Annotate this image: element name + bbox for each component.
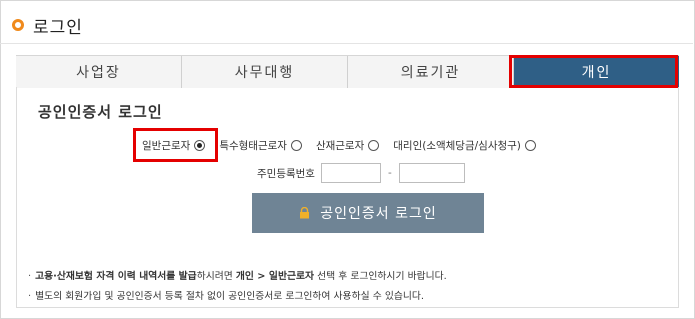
certificate-login-button[interactable]: 공인인증서 로그인 — [252, 193, 484, 233]
tab-medical[interactable]: 의료기관 — [348, 56, 514, 88]
radio-button[interactable] — [194, 139, 206, 151]
resident-number-front-input[interactable] — [320, 163, 381, 183]
tab-individual[interactable]: 개인 — [514, 56, 679, 88]
login-button-label: 공인인증서 로그인 — [320, 206, 437, 222]
lock-icon — [300, 207, 310, 219]
radio-label: 일반근로자 — [142, 139, 191, 152]
radio-option-injured-worker[interactable]: 산재근로자 — [315, 138, 380, 153]
radio-button[interactable] — [290, 139, 302, 151]
radio-option-proxy[interactable]: 대리인(소액체당금/심사청구) — [393, 138, 536, 153]
bullet-icon: · — [28, 291, 32, 302]
radio-label: 산재근로자 — [315, 139, 365, 152]
resident-number-row: 주민등록번호 - — [257, 162, 465, 184]
panel-header: 로그인 — [12, 12, 83, 38]
tab-agency[interactable]: 사무대행 — [182, 56, 348, 88]
notice-line-1: · 고용·산재보험 자격 이력 내역서를 발급하시려면 개인 > 일반근로자 선택… — [28, 268, 447, 282]
radio-option-general-worker[interactable]: 일반근로자 — [142, 138, 206, 153]
worker-type-radio-group: 일반근로자 특수형태근로자 산재근로자 대리인(소액체당금/심사청구) — [142, 136, 550, 154]
section-title: 공인인증서 로그인 — [38, 103, 163, 121]
radio-label: 대리인(소액체당금/심사청구) — [393, 139, 521, 152]
notice-text: 하시려면 — [196, 271, 236, 282]
notice-text: 선택 후 로그인하시기 바랍니다. — [314, 271, 447, 282]
radio-label: 특수형태근로자 — [219, 139, 287, 152]
user-type-tabs: 사업장 사무대행 의료기관 개인 — [16, 55, 679, 88]
notice-emphasis: 개인 > 일반근로자 — [235, 271, 314, 282]
radio-button[interactable] — [368, 139, 380, 151]
resident-number-back-input[interactable] — [398, 163, 465, 183]
notice-text: 별도의 회원가입 및 공인인증서 등록 절차 없이 공인인증서로 로그인하여 사… — [35, 291, 425, 302]
radio-option-special-worker[interactable]: 특수형태근로자 — [219, 138, 302, 153]
bullet-icon: · — [28, 271, 32, 282]
page-title: 로그인 — [33, 17, 83, 38]
resident-number-label: 주민등록번호 — [257, 167, 315, 180]
circle-bullet-icon — [12, 19, 24, 31]
resident-number-separator: - — [387, 167, 392, 179]
notice-line-2: · 별도의 회원가입 및 공인인증서 등록 절차 없이 공인인증서로 로그인하여 … — [28, 288, 424, 302]
notice-emphasis: 고용·산재보험 자격 이력 내역서를 발급 — [35, 271, 197, 282]
tab-business[interactable]: 사업장 — [16, 56, 182, 88]
radio-button[interactable] — [524, 139, 536, 151]
header-divider — [0, 43, 693, 44]
